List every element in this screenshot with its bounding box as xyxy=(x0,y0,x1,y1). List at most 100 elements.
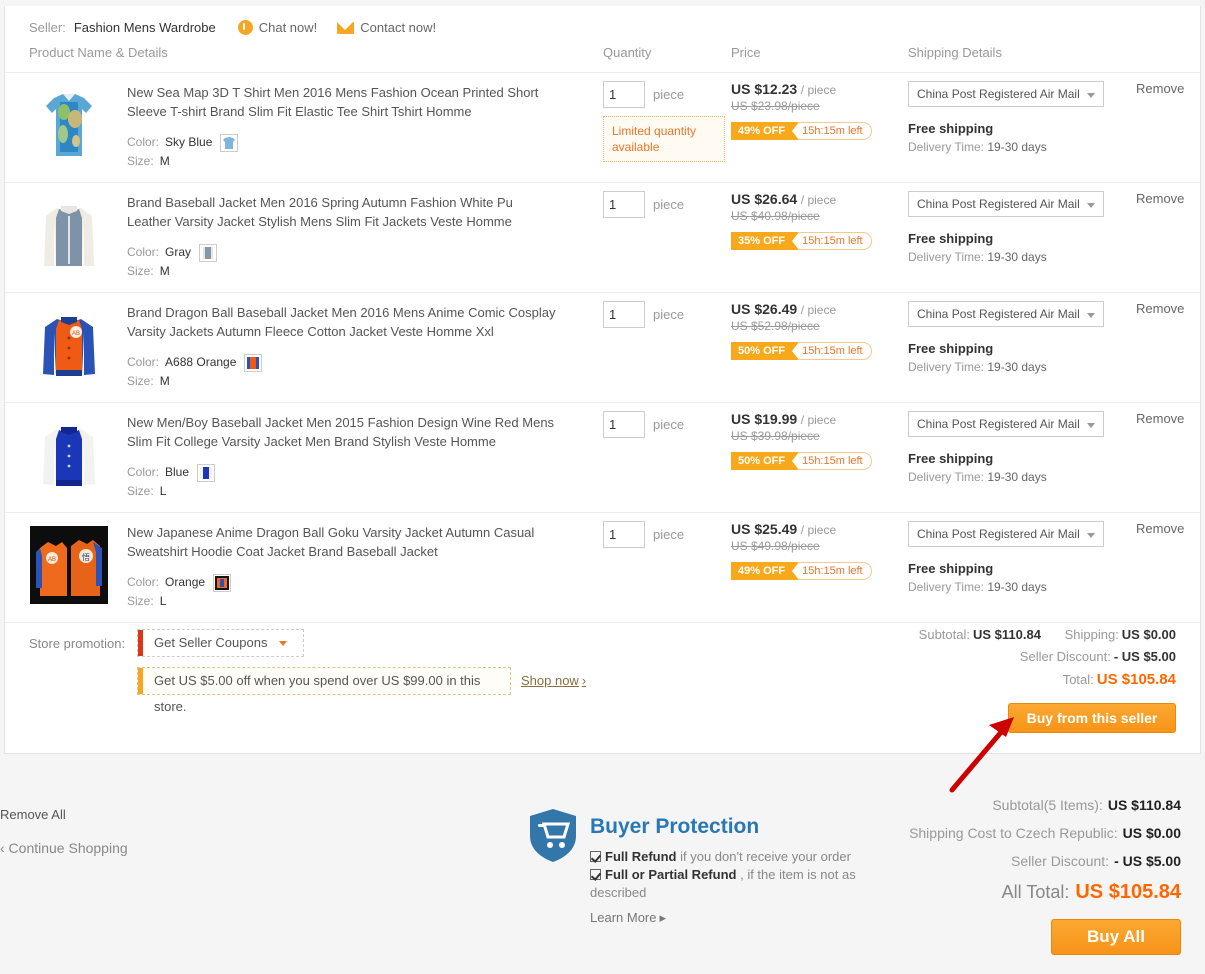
product-thumbnail[interactable] xyxy=(30,86,108,164)
remove-item-link[interactable]: Remove xyxy=(1136,81,1184,96)
table-row: AB 悟 New Japanese Anime Dragon Ball Goku V… xyxy=(5,513,1200,623)
discount-badge: 50% OFF xyxy=(731,342,800,360)
quantity-input[interactable] xyxy=(603,301,645,328)
size-key: Size: xyxy=(127,594,154,608)
buy-from-this-seller-button[interactable]: Buy from this seller xyxy=(1008,703,1176,733)
delivery-time-value: 19-30 days xyxy=(987,360,1047,374)
time-left-badge: 15h:15m left xyxy=(793,562,872,580)
quantity-input[interactable] xyxy=(603,81,645,108)
product-name-link[interactable]: New Japanese Anime Dragon Ball Goku Vars… xyxy=(127,523,557,561)
seller-discount-key: Seller Discount: xyxy=(1019,649,1111,664)
seller-total-key: Total: xyxy=(1062,672,1094,687)
seller-name[interactable]: Fashion Mens Wardrobe xyxy=(74,20,216,35)
quantity-unit: piece xyxy=(653,87,685,102)
get-seller-coupons-button[interactable]: Get Seller Coupons xyxy=(137,629,305,657)
remove-item-link[interactable]: Remove xyxy=(1136,521,1184,536)
learn-more-link[interactable]: Learn More ▸ xyxy=(590,910,666,926)
shipping-cell: China Post Registered Air Mail Free shipp… xyxy=(908,81,1108,154)
protection-item-partial-refund: Full or Partial Refund , if the item is … xyxy=(590,866,888,902)
grand-total-key: All Total: xyxy=(1001,882,1070,902)
product-name-link[interactable]: New Men/Boy Baseball Jacket Men 2015 Fas… xyxy=(127,413,557,451)
color-value: Sky Blue xyxy=(165,135,213,149)
quantity-cell: piece xyxy=(603,301,723,328)
quantity-unit: piece xyxy=(653,417,685,432)
color-swatch-icon xyxy=(213,573,232,592)
color-value: Orange xyxy=(165,575,206,589)
color-swatch-icon xyxy=(244,353,263,372)
remove-item-link[interactable]: Remove xyxy=(1136,411,1184,426)
chevron-down-icon xyxy=(279,641,288,647)
color-key: Color: xyxy=(127,135,160,149)
footer-links: Remove All ‹ Continue Shopping xyxy=(0,807,128,856)
current-price: US $26.49 xyxy=(731,301,798,317)
remove-item-link[interactable]: Remove xyxy=(1136,301,1184,316)
delivery-time-value: 19-30 days xyxy=(987,250,1047,264)
attribute-color: Color: A688 Orange xyxy=(127,353,557,372)
product-thumbnail[interactable] xyxy=(30,196,108,274)
price-unit: / piece xyxy=(800,83,837,97)
table-row: New Sea Map 3D T Shirt Men 2016 Mens Fas… xyxy=(5,73,1200,183)
seller-total-value: US $105.84 xyxy=(1096,671,1176,688)
price-cell: US $19.99 / piece US $39.98/piece 50% OFF 1… xyxy=(731,411,901,470)
free-shipping-label: Free shipping xyxy=(908,231,994,246)
shipping-method-select[interactable]: China Post Registered Air Mail xyxy=(908,191,1104,217)
remove-all-link[interactable]: Remove All xyxy=(0,807,128,822)
shop-now-link[interactable]: Shop now › xyxy=(521,673,586,688)
shipping-method-select[interactable]: China Post Registered Air Mail xyxy=(908,521,1104,547)
product-name-link[interactable]: Brand Dragon Ball Baseball Jacket Men 20… xyxy=(127,303,557,341)
quantity-input[interactable] xyxy=(603,521,645,548)
contact-now-button[interactable]: Contact now! xyxy=(337,20,436,35)
shipping-method-value: China Post Registered Air Mail xyxy=(917,307,1080,321)
delivery-time: Delivery Time: 19-30 days xyxy=(908,250,1108,264)
color-value: Blue xyxy=(165,465,190,479)
product-attributes: Color: Sky Blue Size: M xyxy=(127,133,557,171)
color-key: Color: xyxy=(127,245,160,259)
table-row: Brand Baseball Jacket Men 2016 Spring Au… xyxy=(5,183,1200,293)
buyer-protection-title: Buyer Protection xyxy=(590,815,760,838)
shipping-method-select[interactable]: China Post Registered Air Mail xyxy=(908,81,1104,107)
size-key: Size: xyxy=(127,264,154,278)
price-badges: 49% OFF 15h:15m left xyxy=(731,562,901,580)
buy-all-button[interactable]: Buy All xyxy=(1051,919,1181,955)
table-row: AB Brand Dragon Ball Baseball Jacket Men … xyxy=(5,293,1200,403)
shipping-method-select[interactable]: China Post Registered Air Mail xyxy=(908,301,1104,327)
size-key: Size: xyxy=(127,154,154,168)
product-info: Brand Baseball Jacket Men 2016 Spring Au… xyxy=(127,193,557,281)
chat-now-button[interactable]: Chat now! xyxy=(237,20,317,35)
color-key: Color: xyxy=(127,465,160,479)
chat-icon xyxy=(237,20,253,35)
product-attributes: Color: Orange Size: L xyxy=(127,573,557,611)
time-left-badge: 15h:15m left xyxy=(793,232,872,250)
product-thumbnail[interactable] xyxy=(30,416,108,494)
mail-icon xyxy=(337,21,355,34)
shipping-method-select[interactable]: China Post Registered Air Mail xyxy=(908,411,1104,437)
grand-discount-key: Seller Discount: xyxy=(1011,853,1110,869)
price-cell: US $26.64 / piece US $40.98/piece 35% OFF 1… xyxy=(731,191,901,250)
price-unit: / piece xyxy=(800,303,837,317)
attribute-size: Size: M xyxy=(127,372,557,391)
delivery-time-key: Delivery Time: xyxy=(908,140,985,154)
product-thumbnail[interactable]: AB xyxy=(30,306,108,384)
grand-total-line: All Total: US $105.84 xyxy=(909,881,1181,904)
product-thumbnail[interactable]: AB 悟 xyxy=(30,526,108,604)
promotion-offer-bar: Get US $5.00 off when you spend over US … xyxy=(137,667,511,714)
product-info: New Sea Map 3D T Shirt Men 2016 Mens Fas… xyxy=(127,83,557,171)
grand-shipping-key: Shipping Cost to Czech Republic: xyxy=(909,825,1118,841)
chevron-down-icon xyxy=(1087,93,1095,98)
product-name-link[interactable]: Brand Baseball Jacket Men 2016 Spring Au… xyxy=(127,193,557,231)
continue-shopping-link[interactable]: ‹ Continue Shopping xyxy=(0,840,128,856)
cart-item-list: New Sea Map 3D T Shirt Men 2016 Mens Fas… xyxy=(5,73,1200,623)
seller-shipping-key: Shipping: xyxy=(1064,627,1119,642)
shipping-method-value: China Post Registered Air Mail xyxy=(917,197,1080,211)
checkbox-checked-icon xyxy=(590,851,601,862)
seller-discount-value: - US $5.00 xyxy=(1113,649,1176,664)
quantity-input[interactable] xyxy=(603,411,645,438)
remove-item-link[interactable]: Remove xyxy=(1136,191,1184,206)
product-name-link[interactable]: New Sea Map 3D T Shirt Men 2016 Mens Fas… xyxy=(127,83,557,121)
free-shipping-label: Free shipping xyxy=(908,561,994,576)
limited-quantity-notice: Limited quantity available xyxy=(603,116,725,162)
quantity-input[interactable] xyxy=(603,191,645,218)
chevron-right-icon: › xyxy=(581,673,587,688)
contact-now-label: Contact now! xyxy=(360,20,437,35)
seller-subtotal-shipping-line: Subtotal: US $110.84 Shipping: US $0.00 xyxy=(919,627,1176,642)
